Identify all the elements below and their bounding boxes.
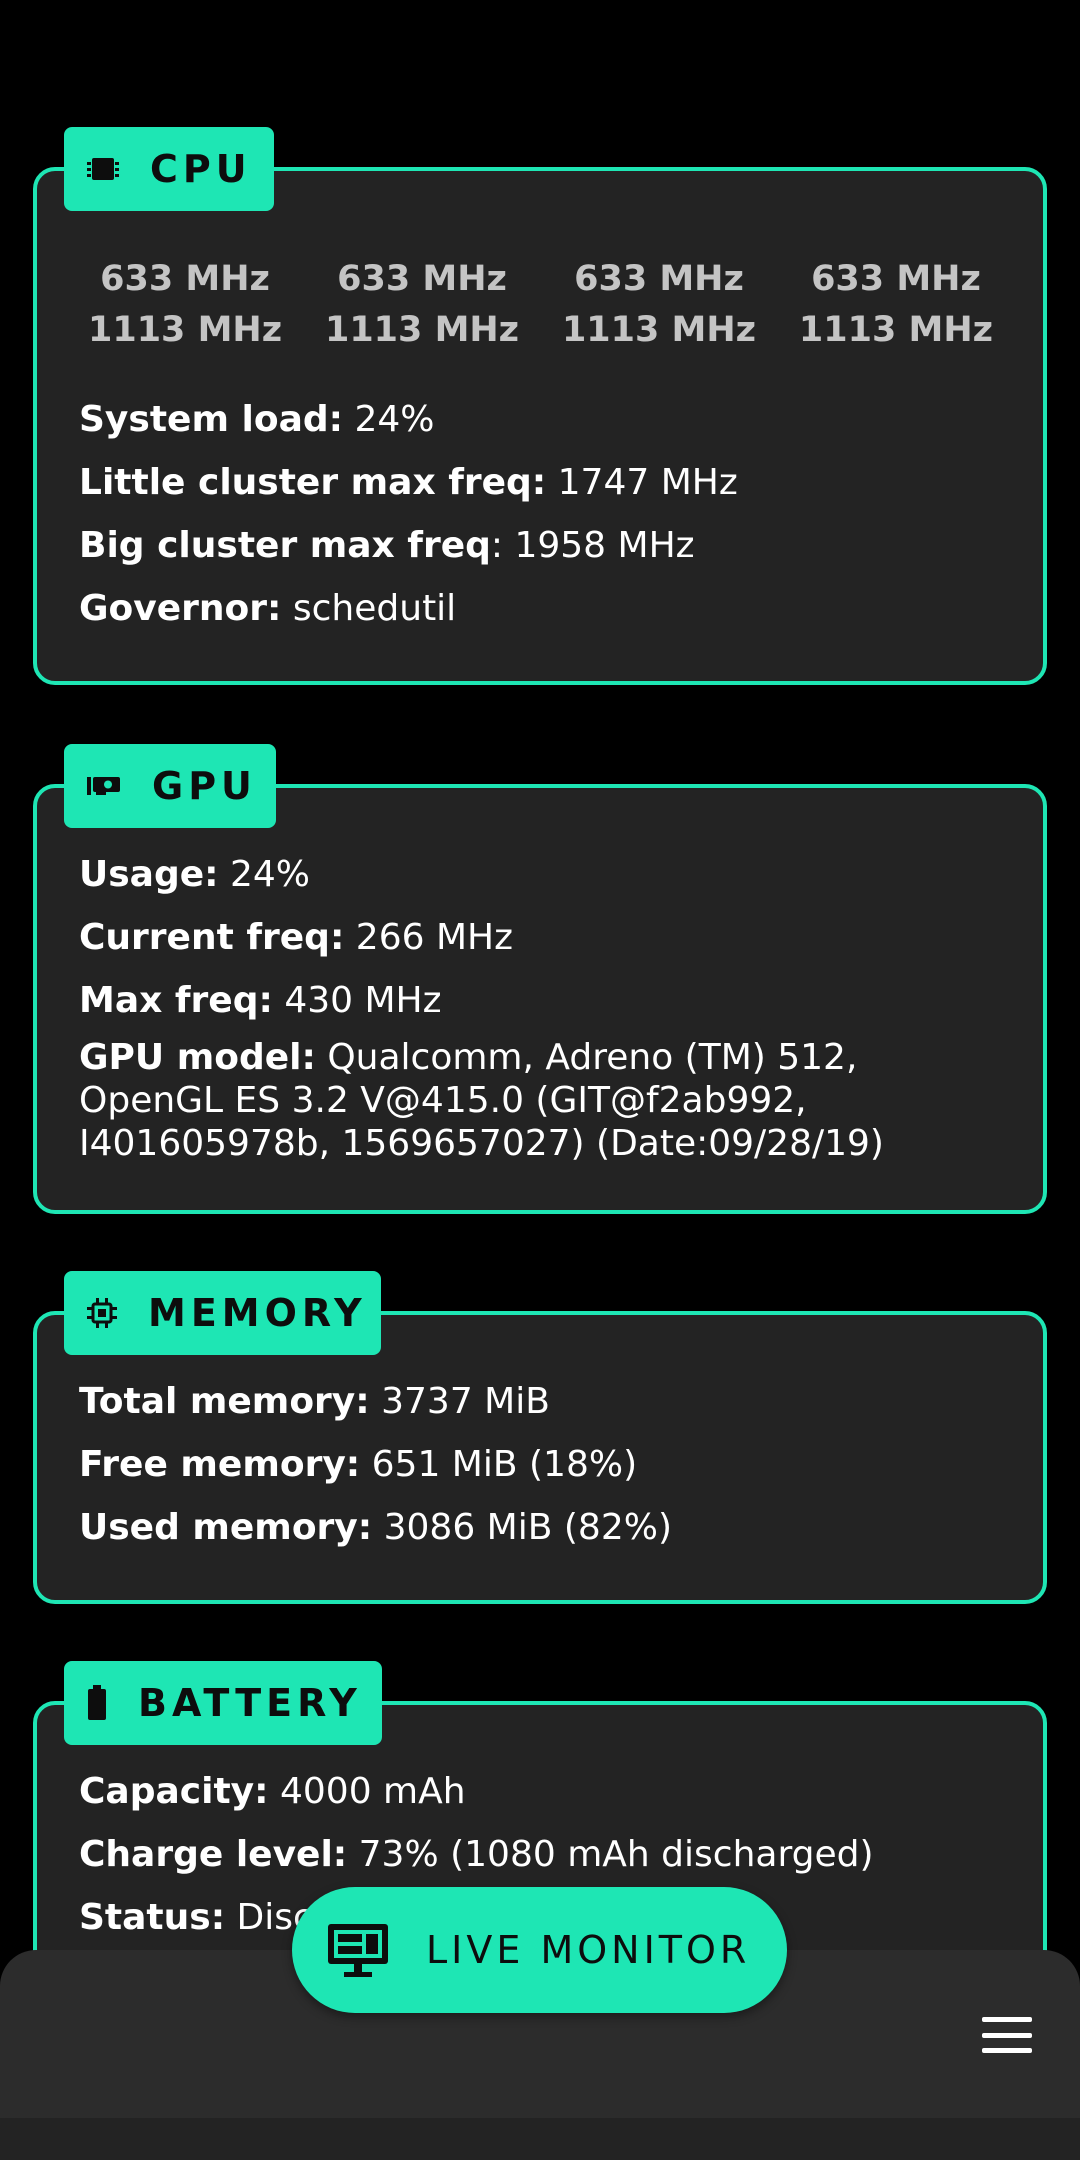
total-memory-label: Total memory:: [79, 1381, 370, 1422]
battery-icon: [86, 1683, 108, 1723]
gpu-card: GPU Usage: 24% Current freq: 266 MHz Max…: [33, 744, 1047, 1214]
cpu-core-3: 633 MHz 1113 MHz: [799, 254, 993, 356]
gpu-tab: GPU: [64, 744, 276, 828]
core-max-freq: 1113 MHz: [561, 310, 757, 350]
cpu-tab: CPU: [64, 127, 274, 211]
core-max-freq: 1113 MHz: [798, 310, 993, 350]
monitor-icon: [326, 1922, 390, 1978]
big-cluster-row: Big cluster max freq: 1958 MHz: [79, 525, 1001, 567]
charge-level-label: Charge level:: [79, 1834, 348, 1875]
gpu-title: GPU: [152, 764, 257, 808]
system-load-row: System load: 24%: [79, 399, 1001, 441]
cpu-core-2: 633 MHz 1113 MHz: [562, 254, 756, 356]
used-memory-value: 3086 MiB (82%): [372, 1507, 672, 1548]
gpu-current-freq-row: Current freq: 266 MHz: [79, 917, 1001, 959]
core-max-freq: 1113 MHz: [324, 310, 520, 350]
system-load-label: System load:: [79, 399, 344, 440]
core-min-freq: 633 MHz: [811, 259, 981, 299]
gpu-usage-value: 24%: [218, 854, 311, 895]
battery-tab: BATTERY: [64, 1661, 382, 1745]
big-cluster-label: Big cluster max freq: [79, 525, 491, 566]
charge-level-value: 73% (1080 mAh discharged): [347, 1834, 874, 1875]
free-memory-row: Free memory: 651 MiB (18%): [79, 1444, 1001, 1486]
system-load-value: 24%: [343, 399, 435, 440]
free-memory-label: Free memory:: [79, 1444, 361, 1485]
gpu-model-row: GPU model: Qualcomm, Adreno (TM) 512, Op…: [79, 1036, 1001, 1165]
little-cluster-value: 1747 MHz: [546, 462, 738, 503]
governor-row: Governor: schedutil: [79, 588, 1001, 630]
capacity-row: Capacity: 4000 mAh: [79, 1771, 1001, 1813]
capacity-label: Capacity:: [79, 1771, 269, 1812]
governor-label: Governor:: [79, 588, 282, 629]
menu-line: [982, 2048, 1032, 2053]
live-monitor-button[interactable]: LIVE MONITOR: [292, 1887, 787, 2013]
menu-line: [982, 2017, 1032, 2022]
memory-card: MEMORY Total memory: 3737 MiB Free memor…: [33, 1271, 1047, 1604]
hamburger-menu-icon[interactable]: [982, 2017, 1032, 2053]
live-monitor-label: LIVE MONITOR: [426, 1928, 751, 1972]
used-memory-label: Used memory:: [79, 1507, 373, 1548]
gpu-usage-label: Usage:: [79, 854, 219, 895]
menu-line: [982, 2032, 1032, 2038]
total-memory-value: 3737 MiB: [369, 1381, 550, 1422]
system-navigation-bar: [0, 2118, 1080, 2160]
cpu-core-0: 633 MHz 1113 MHz: [88, 254, 282, 356]
gpu-max-freq-value: 430 MHz: [272, 980, 442, 1021]
little-cluster-label: Little cluster max freq:: [79, 462, 547, 503]
capacity-value: 4000 mAh: [268, 1771, 466, 1812]
memory-chip-icon: [86, 1293, 118, 1333]
core-min-freq: 633 MHz: [574, 259, 744, 299]
free-memory-value: 651 MiB (18%): [360, 1444, 638, 1485]
charge-level-row: Charge level: 73% (1080 mAh discharged): [79, 1834, 1001, 1876]
total-memory-row: Total memory: 3737 MiB: [79, 1381, 1001, 1423]
cpu-chip-icon: [86, 149, 120, 189]
cpu-core-frequencies: 633 MHz 1113 MHz 633 MHz 1113 MHz 633 MH…: [79, 254, 1001, 356]
big-cluster-value: : 1958 MHz: [490, 525, 695, 566]
used-memory-row: Used memory: 3086 MiB (82%): [79, 1507, 1001, 1549]
gpu-current-freq-value: 266 MHz: [344, 917, 513, 958]
core-min-freq: 633 MHz: [100, 259, 270, 299]
memory-tab: MEMORY: [64, 1271, 381, 1355]
gpu-max-freq-row: Max freq: 430 MHz: [79, 980, 1001, 1022]
governor-value: schedutil: [281, 588, 457, 629]
little-cluster-row: Little cluster max freq: 1747 MHz: [79, 462, 1001, 504]
memory-title: MEMORY: [148, 1291, 367, 1335]
battery-title: BATTERY: [138, 1681, 362, 1725]
graphics-card-icon: [86, 766, 122, 806]
battery-status-label: Status:: [79, 1897, 226, 1938]
cpu-card: CPU 633 MHz 1113 MHz 633 MHz 1113 MHz 63…: [33, 127, 1047, 685]
core-min-freq: 633 MHz: [337, 259, 507, 299]
cpu-title: CPU: [150, 147, 252, 191]
cpu-core-1: 633 MHz 1113 MHz: [325, 254, 519, 356]
gpu-model-label: GPU model:: [79, 1037, 316, 1078]
gpu-max-freq-label: Max freq:: [79, 980, 273, 1021]
core-max-freq: 1113 MHz: [88, 310, 283, 350]
gpu-current-freq-label: Current freq:: [79, 917, 345, 958]
gpu-usage-row: Usage: 24%: [79, 854, 1001, 896]
